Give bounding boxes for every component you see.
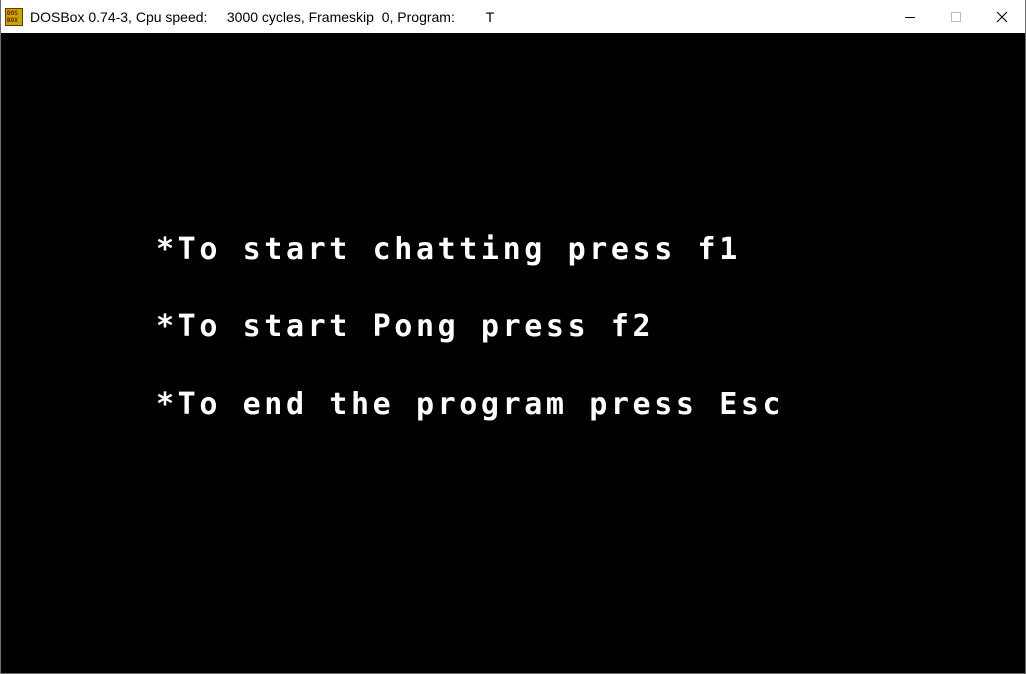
- close-icon: [996, 11, 1008, 22]
- maximize-icon: [951, 11, 961, 22]
- close-button[interactable]: [979, 0, 1025, 33]
- dosbox-window: DOS BOX DOSBox 0.74-3, Cpu speed: 3000 c…: [0, 0, 1026, 674]
- dosbox-app-icon[interactable]: DOS BOX: [5, 7, 23, 26]
- menu-option-exit: *To end the program press Esc: [156, 387, 785, 422]
- app-icon-text-top: DOS: [7, 9, 18, 17]
- minimize-icon: [905, 16, 915, 18]
- maximize-button: [933, 0, 979, 33]
- window-title: DOSBox 0.74-3, Cpu speed: 3000 cycles, F…: [30, 8, 495, 25]
- menu-option-chat: *To start chatting press f1: [156, 232, 741, 267]
- dos-screen[interactable]: *To start chatting press f1 *To start Po…: [1, 33, 1025, 673]
- menu-option-pong: *To start Pong press f2: [156, 309, 655, 344]
- app-icon-text-bottom: BOX: [7, 16, 18, 24]
- window-controls: [887, 0, 1025, 33]
- minimize-button[interactable]: [887, 0, 933, 33]
- title-bar[interactable]: DOS BOX DOSBox 0.74-3, Cpu speed: 3000 c…: [1, 0, 1025, 33]
